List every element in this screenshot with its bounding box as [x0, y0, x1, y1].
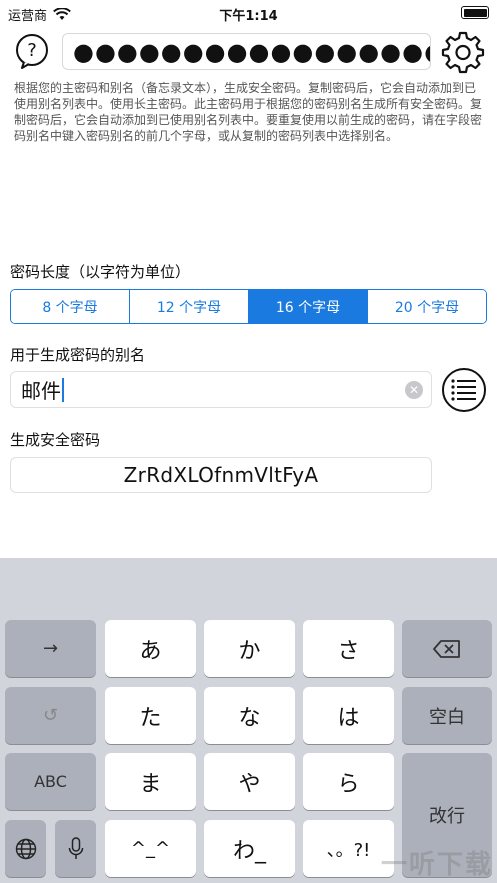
- key-undo[interactable]: ↺: [5, 687, 96, 744]
- key-ya[interactable]: や: [204, 753, 295, 810]
- description-text: 根据您的主密码和别名（备忘录文本），生成安全密码。复制密码后，它会自动添加到已使…: [14, 81, 483, 143]
- segment-20[interactable]: 20 个字母: [368, 290, 486, 323]
- segment-16[interactable]: 16 个字母: [249, 290, 368, 323]
- backspace-key[interactable]: [402, 620, 492, 677]
- microphone-icon: [68, 836, 83, 859]
- alias-input[interactable]: 邮件: [10, 371, 432, 408]
- help-icon[interactable]: ?: [14, 33, 50, 69]
- key-next[interactable]: →: [5, 620, 96, 677]
- globe-key[interactable]: [5, 820, 46, 877]
- alias-label: 用于生成密码的别名: [10, 346, 146, 364]
- length-segmented-control: 8 个字母 12 个字母 16 个字母 20 个字母: [10, 289, 487, 324]
- alias-value: 邮件: [21, 379, 61, 403]
- status-time: 下午1:14: [219, 9, 278, 24]
- key-emoticon[interactable]: ^_^: [105, 820, 196, 877]
- battery-icon: [461, 6, 489, 19]
- length-label: 密码长度（以字符为单位）: [10, 263, 191, 281]
- clear-icon[interactable]: ✕: [405, 381, 423, 399]
- master-password-field[interactable]: ●●●●●●●●●●●●●●●●●●●●: [62, 33, 431, 70]
- key-space[interactable]: 空白: [402, 687, 492, 744]
- mic-key[interactable]: [55, 820, 96, 877]
- key-sa[interactable]: さ: [303, 620, 394, 677]
- key-ka[interactable]: か: [204, 620, 295, 677]
- status-bar: 运营商 下午1:14: [0, 0, 497, 26]
- generated-password-field[interactable]: ZrRdXLOfnmVltFyA: [10, 457, 432, 493]
- watermark: 一听下载: [380, 850, 493, 880]
- generated-label: 生成安全密码: [10, 431, 101, 449]
- globe-icon: [15, 838, 36, 859]
- segment-12[interactable]: 12 个字母: [130, 290, 249, 323]
- svg-text:?: ?: [27, 40, 37, 61]
- key-abc[interactable]: ABC: [5, 753, 96, 810]
- backspace-icon: [433, 639, 460, 658]
- master-password-value: ●●●●●●●●●●●●●●●●●●●●: [73, 37, 430, 66]
- keyboard: → あ か さ ↺ た な は 空白 ABC ま や ら 改行 ^_^ わ_ 、…: [0, 558, 497, 883]
- key-ra[interactable]: ら: [303, 753, 394, 810]
- key-ha[interactable]: は: [303, 687, 394, 744]
- key-a[interactable]: あ: [105, 620, 196, 677]
- generated-password-value: ZrRdXLOfnmVltFyA: [123, 463, 319, 487]
- key-na[interactable]: な: [204, 687, 295, 744]
- key-ma[interactable]: ま: [105, 753, 196, 810]
- segment-8[interactable]: 8 个字母: [11, 290, 130, 323]
- key-wa[interactable]: わ_: [204, 820, 295, 877]
- text-caret: [62, 377, 64, 402]
- gear-icon[interactable]: [441, 30, 485, 74]
- key-ta[interactable]: た: [105, 687, 196, 744]
- list-icon[interactable]: [441, 367, 487, 413]
